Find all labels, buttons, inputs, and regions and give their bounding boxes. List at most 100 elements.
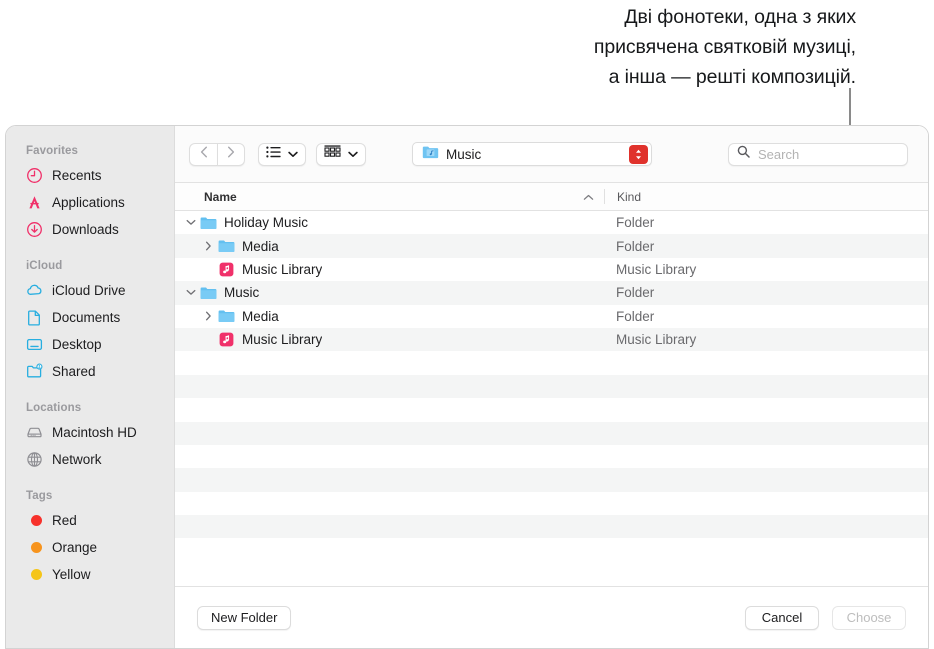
main-pane: Music Search Name Kind Holiday Music Fol… (174, 126, 928, 648)
empty-row (175, 421, 928, 445)
annotation-caption: Дві фонотеки, одна з яких присвячена свя… (426, 2, 856, 92)
globe-icon (26, 451, 43, 468)
sidebar-item-label: Documents (52, 310, 121, 325)
column-header-name-label: Name (204, 189, 237, 204)
column-header-kind-label: Kind (617, 189, 642, 204)
desktop-icon (26, 336, 43, 353)
file-open-dialog: Favorites Recents Applications Downloads iCl… (5, 125, 929, 649)
sidebar-item-red[interactable]: Red (6, 507, 174, 534)
empty-row (175, 538, 928, 561)
folder-icon (200, 214, 217, 231)
tag-dot (30, 569, 42, 580)
column-header-name[interactable]: Name (175, 190, 604, 204)
sidebar-item-network[interactable]: Network (6, 446, 174, 473)
choose-button[interactable]: Choose (832, 605, 906, 630)
folder-icon (218, 238, 235, 255)
icon-view-button[interactable] (316, 142, 366, 166)
sidebar-item-label: Applications (52, 195, 125, 210)
path-popup-button[interactable]: Music (412, 142, 652, 166)
navigation-button-group (189, 142, 245, 166)
file-list[interactable]: Holiday Music Folder Media Folder Music Libr… (175, 211, 928, 586)
file-name-label: Media (242, 308, 279, 324)
folder-icon (218, 308, 235, 325)
sidebar-item-shared[interactable]: Shared (6, 358, 174, 385)
empty-row (175, 445, 928, 468)
cancel-button[interactable]: Cancel (745, 605, 819, 630)
annotation-line-1: Дві фонотеки, одна з яких (624, 6, 856, 28)
table-row[interactable]: Music Library Music Library (175, 258, 928, 281)
empty-row (175, 398, 928, 421)
sidebar-item-label: Downloads (52, 222, 119, 237)
table-row[interactable]: Media Folder (175, 234, 928, 258)
sidebar-item-orange[interactable]: Orange (6, 534, 174, 561)
file-name-cell: Music Library (175, 331, 604, 348)
sidebar-item-icloud-drive[interactable]: iCloud Drive (6, 277, 174, 304)
music-folder-icon (422, 145, 439, 164)
file-name-label: Holiday Music (224, 215, 309, 231)
annotation-line-3: а інша — решті композицій. (608, 66, 857, 88)
sidebar-section-gap (6, 473, 174, 484)
sidebar-section-header-favorites: Favorites (26, 145, 79, 157)
file-kind-cell: Folder (616, 238, 655, 254)
empty-row (175, 351, 928, 374)
list-view-icon (266, 145, 281, 163)
table-row[interactable]: Music Library Music Library (175, 327, 928, 352)
tag-dot (30, 542, 42, 553)
tag-dot-icon (26, 566, 43, 583)
disclosure-open-icon[interactable] (183, 289, 198, 296)
sidebar-item-applications[interactable]: Applications (6, 189, 174, 216)
download-circle-icon (26, 221, 43, 238)
cloud-icon (26, 282, 43, 299)
toolbar: Music (175, 126, 928, 182)
hard-drive-icon (26, 424, 43, 441)
file-name-cell: Media (175, 238, 604, 255)
sidebar-item-label: Shared (52, 364, 96, 379)
file-kind-cell: Folder (616, 285, 655, 301)
sidebar-item-documents[interactable]: Documents (6, 304, 174, 331)
sidebar-item-recents[interactable]: Recents (6, 162, 174, 189)
disclosure-closed-icon[interactable] (201, 311, 216, 321)
column-header-kind[interactable]: Kind (604, 189, 928, 204)
annotation-line-2: присвячена святковій музиці, (593, 36, 856, 58)
list-view-button[interactable] (258, 142, 306, 166)
sidebar-item-label: Recents (52, 168, 102, 183)
clock-icon (26, 167, 43, 184)
file-kind-cell: Music Library (616, 261, 697, 277)
sidebar-section-gap (6, 243, 174, 254)
new-folder-button[interactable]: New Folder (197, 605, 292, 630)
sidebar-item-label: Orange (52, 540, 98, 555)
shared-folder-icon (26, 363, 43, 380)
search-input[interactable] (756, 145, 899, 163)
column-header-row: Name Kind (175, 182, 928, 211)
disclosure-open-icon[interactable] (183, 219, 198, 226)
sidebar-item-label: Desktop (52, 337, 102, 352)
table-row[interactable]: Music Folder (175, 281, 928, 305)
up-down-stepper-icon[interactable] (629, 144, 648, 164)
sidebar[interactable]: Favorites Recents Applications Downloads iCl… (6, 126, 174, 648)
empty-row (175, 492, 928, 515)
file-kind-cell: Music Library (616, 332, 697, 348)
sidebar-item-macintosh-hd[interactable]: Macintosh HD (6, 419, 174, 446)
search-field[interactable] (728, 142, 908, 166)
file-name-label: Music Library (242, 261, 323, 277)
icon-view-icon (324, 145, 341, 163)
sidebar-item-downloads[interactable]: Downloads (6, 216, 174, 243)
table-row[interactable]: Media Folder (175, 305, 928, 328)
disclosure-closed-icon[interactable] (201, 241, 216, 251)
tag-dot-icon (26, 539, 43, 556)
sidebar-item-yellow[interactable]: Yellow (6, 561, 174, 588)
path-label: Music (446, 146, 482, 162)
tag-dot-icon (26, 512, 43, 529)
search-icon (737, 145, 750, 163)
back-button[interactable] (189, 142, 217, 166)
sidebar-section-header-locations: Locations (26, 402, 82, 414)
table-row[interactable]: Holiday Music Folder (175, 211, 928, 234)
sidebar-item-label: Macintosh HD (52, 425, 137, 440)
forward-button[interactable] (217, 142, 245, 166)
chevron-right-icon (227, 145, 235, 163)
dialog-footer: New Folder Cancel Choose (175, 586, 928, 648)
sidebar-item-desktop[interactable]: Desktop (6, 331, 174, 358)
chevron-left-icon (200, 145, 208, 163)
empty-row (175, 374, 928, 399)
file-name-cell: Music Library (175, 261, 604, 278)
